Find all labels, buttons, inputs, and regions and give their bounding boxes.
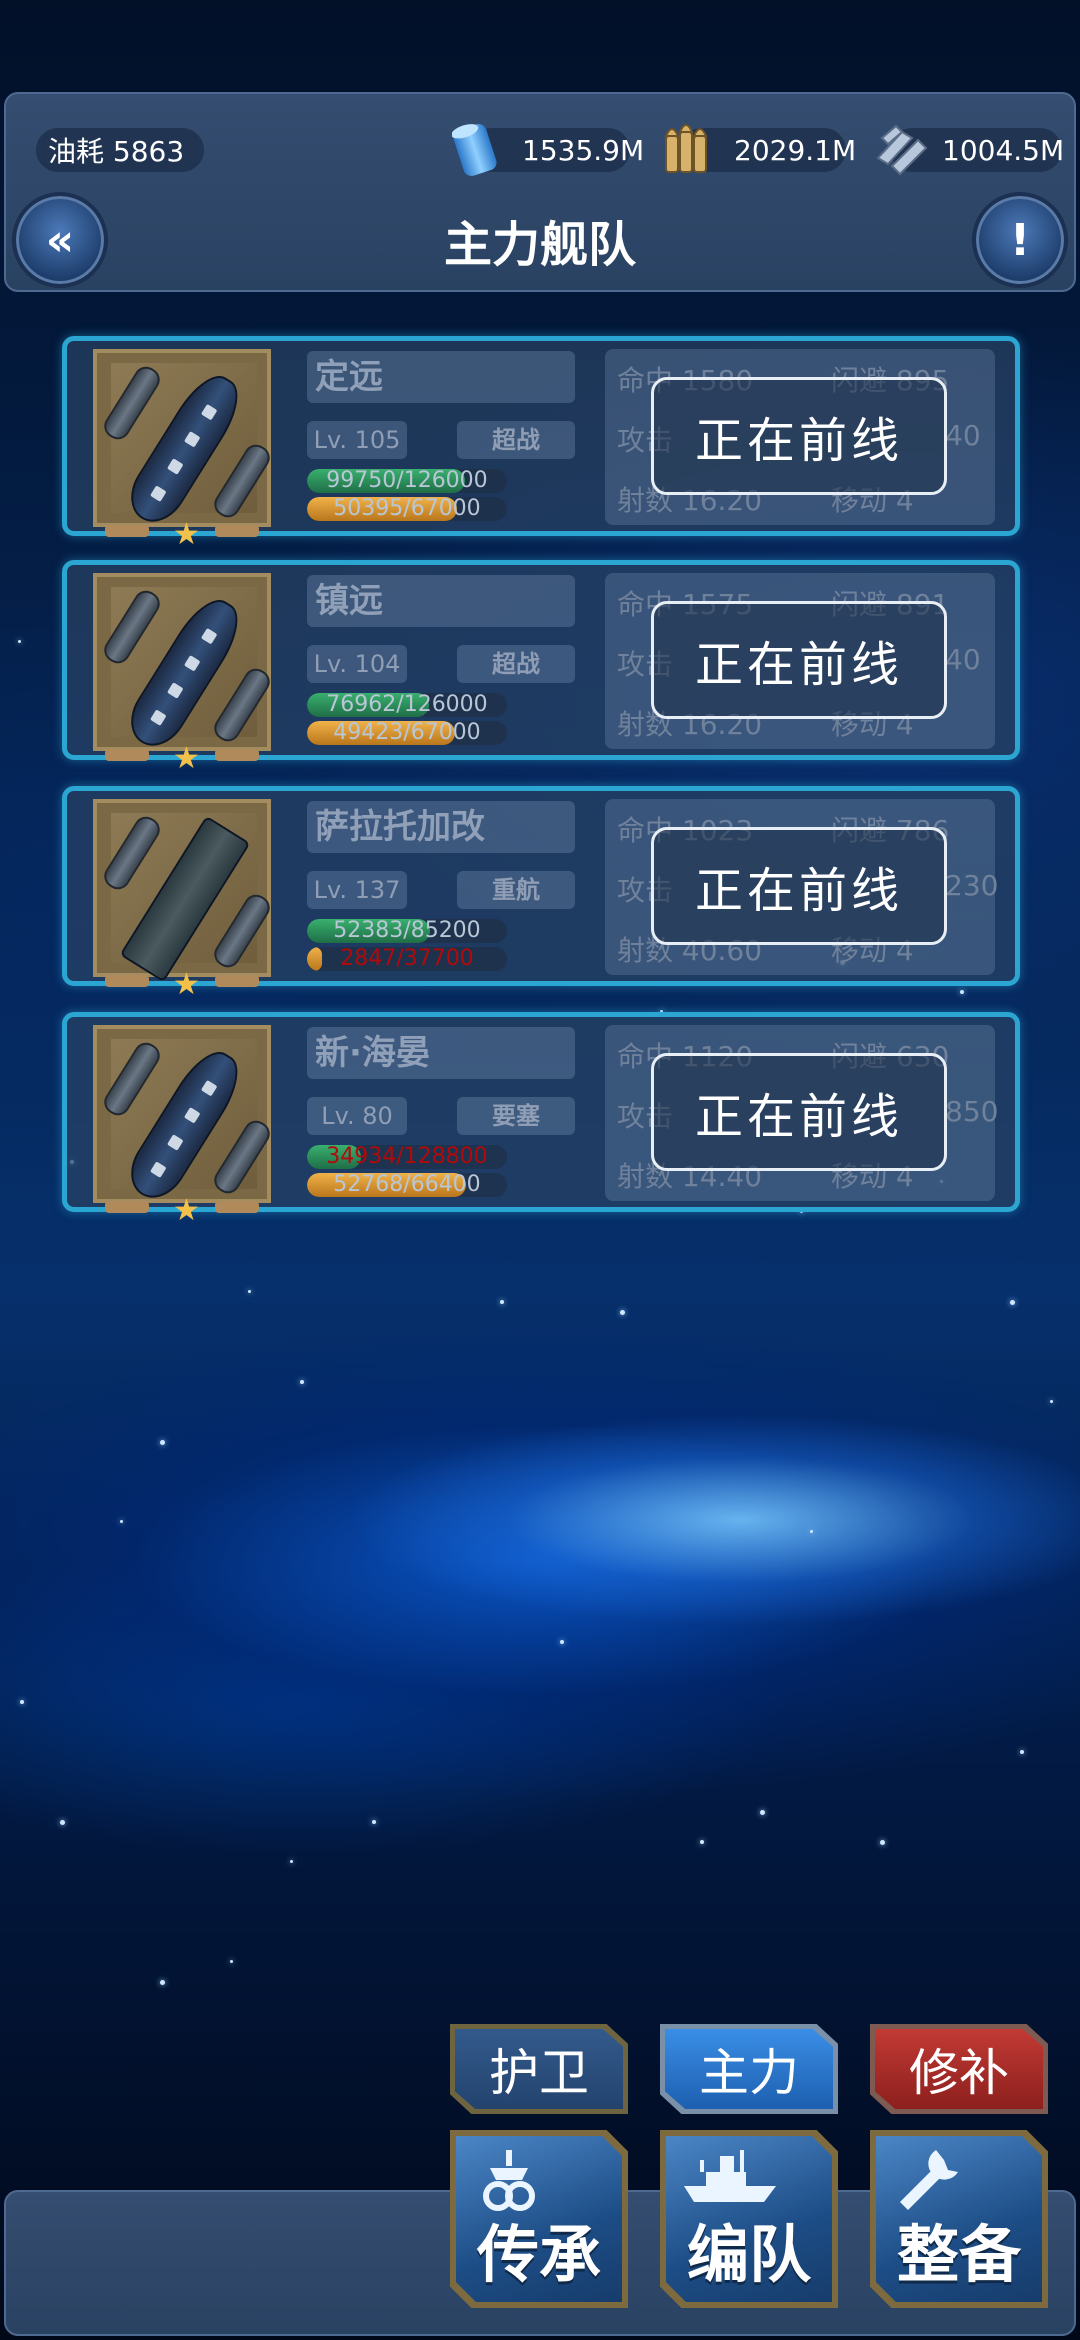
hp-text: 52383/85200	[333, 919, 481, 943]
tab-main-fleet[interactable]: 主力	[660, 2024, 838, 2114]
maintenance-button-label: 整备	[896, 2218, 1021, 2291]
stat-attack-value: 40	[945, 419, 981, 452]
ship-card[interactable]: ★新·海晏Lv. 80要塞34934/12880052768/66400命中 1…	[62, 1012, 1020, 1228]
fuel-bar: 52768/66400	[307, 1173, 507, 1197]
ship-level: Lv. 105	[307, 421, 407, 459]
fuel-text: 49423/67000	[333, 721, 481, 745]
double-chevron-left-icon: «	[45, 214, 75, 266]
ship-type: 要塞	[457, 1097, 575, 1135]
star-icon: ★	[173, 517, 200, 552]
oil-barrel-icon	[452, 124, 497, 176]
star-icon: ★	[173, 967, 200, 1002]
star-dot	[160, 1980, 165, 1985]
inherit-button[interactable]: 传承	[450, 2130, 628, 2308]
hp-bar: 99750/126000	[307, 469, 507, 493]
ship-name: 萨拉托加改	[307, 801, 575, 853]
ship-type: 超战	[457, 645, 575, 683]
star-icon: ★	[173, 741, 200, 776]
page-title: 主力舰队	[443, 217, 636, 273]
star-dot	[60, 1820, 65, 1825]
star-dot	[290, 1860, 293, 1863]
hp-bar: 34934/128800	[307, 1145, 507, 1169]
fuel-text: 52768/66400	[333, 1173, 481, 1197]
stat-attack-value: 40	[945, 643, 981, 676]
ship-portrait: ★	[93, 799, 275, 1002]
back-button[interactable]: «	[12, 192, 108, 288]
star-dot	[500, 1300, 504, 1304]
star-dot	[18, 640, 21, 643]
resource-oil-value: 1535.9M	[522, 133, 645, 167]
star-dot	[700, 1840, 704, 1844]
ship-level: Lv. 137	[307, 871, 407, 909]
star-dot	[372, 1820, 376, 1824]
stat-attack-value: 850	[945, 1095, 999, 1128]
fuel-bar: 50395/67000	[307, 497, 507, 521]
ship-card[interactable]: ★定远Lv. 105超战99750/12600050395/67000命中 15…	[62, 336, 1020, 552]
ship-type: 超战	[457, 421, 575, 459]
ship-level: Lv. 80	[307, 1097, 407, 1135]
ship-card[interactable]: ★萨拉托加改Lv. 137重航52383/852002847/37700命中 1…	[62, 786, 1020, 1002]
tab-repair[interactable]: 修补	[870, 2024, 1048, 2114]
star-dot	[1010, 1300, 1015, 1305]
steel-beam-icon	[876, 124, 928, 176]
fuel-bar: 2847/37700	[307, 947, 507, 971]
at-front-badge: 正在前线	[651, 827, 947, 945]
star-dot	[960, 990, 964, 994]
ship-portrait: ★	[93, 349, 275, 552]
fuel-consumption-label: 油耗 5863	[48, 135, 185, 168]
star-dot	[160, 1440, 165, 1445]
hp-text: 76962/126000	[326, 693, 488, 717]
star-dot	[880, 1840, 885, 1845]
fuel-text: 50395/67000	[333, 497, 481, 521]
hp-text: 99750/126000	[326, 469, 488, 493]
exclamation-icon: !	[1009, 214, 1031, 266]
star-dot	[230, 1960, 233, 1963]
fleet-formation-icon	[684, 2150, 776, 2202]
resource-ammo-value: 2029.1M	[734, 133, 857, 167]
ship-portrait: ★	[93, 573, 275, 776]
fuel-text: 2847/37700	[340, 947, 474, 971]
tab-main-fleet-label: 主力	[699, 2044, 799, 2102]
inherit-button-label: 传承	[476, 2218, 601, 2291]
at-front-badge: 正在前线	[651, 377, 947, 495]
at-front-badge: 正在前线	[651, 601, 947, 719]
ship-portrait: ★	[93, 1025, 275, 1228]
formation-button-label: 编队	[686, 2218, 811, 2291]
ship-name: 定远	[307, 351, 575, 403]
hp-bar: 52383/85200	[307, 919, 507, 943]
star-dot	[620, 1310, 625, 1315]
star-dot	[1050, 1400, 1053, 1403]
stat-attack-value: 230	[945, 869, 999, 902]
ship-name: 新·海晏	[307, 1027, 575, 1079]
fuel-consumption-badge: 油耗 5863	[36, 128, 204, 172]
star-dot	[120, 1520, 123, 1523]
hp-bar: 76962/126000	[307, 693, 507, 717]
tab-escort[interactable]: 护卫	[450, 2024, 628, 2114]
star-dot	[760, 1810, 765, 1815]
ship-card[interactable]: ★镇远Lv. 104超战76962/12600049423/67000命中 15…	[62, 560, 1020, 776]
tab-repair-label: 修补	[909, 2044, 1009, 2102]
star-dot	[248, 1290, 251, 1293]
at-front-badge: 正在前线	[651, 1053, 947, 1171]
ship-name: 镇远	[307, 575, 575, 627]
maintenance-button[interactable]: 整备	[870, 2130, 1048, 2308]
star-dot	[810, 1530, 813, 1533]
star-dot	[1020, 1750, 1024, 1754]
hp-text: 34934/128800	[326, 1145, 488, 1169]
star-icon: ★	[173, 1193, 200, 1228]
star-dot	[20, 1700, 24, 1704]
tab-escort-label: 护卫	[489, 2044, 589, 2102]
star-dot	[300, 1380, 304, 1384]
ammo-shells-icon	[664, 124, 708, 173]
ship-level: Lv. 104	[307, 645, 407, 683]
ship-type: 重航	[457, 871, 575, 909]
fuel-bar: 49423/67000	[307, 721, 507, 745]
star-dot	[560, 1640, 564, 1644]
formation-button[interactable]: 编队	[660, 2130, 838, 2308]
info-button[interactable]: !	[972, 192, 1068, 288]
wrench-icon	[900, 2150, 958, 2210]
